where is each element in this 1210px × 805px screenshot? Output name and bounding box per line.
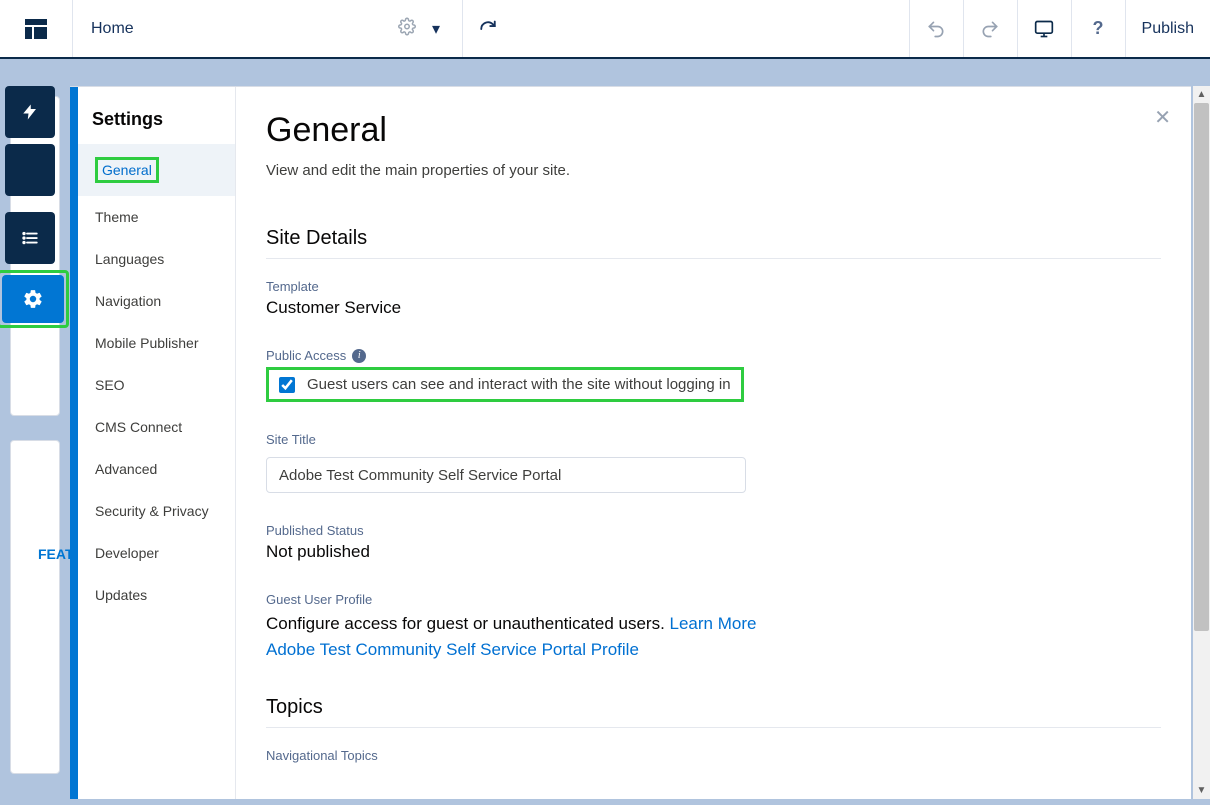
rail-settings-highlight: [0, 270, 69, 328]
top-right-actions: ? Publish: [909, 0, 1210, 57]
nav-topics-label: Navigational Topics: [266, 748, 1161, 763]
field-site-title: Site Title: [266, 432, 1161, 493]
field-guest-user-profile: Guest User Profile Configure access for …: [266, 592, 1161, 662]
page-name-dropdown[interactable]: Home ▾: [73, 0, 463, 57]
sidebar-item-updates[interactable]: Updates: [78, 574, 235, 616]
guest-profile-link[interactable]: Adobe Test Community Self Service Portal…: [266, 640, 639, 659]
sidebar-item-seo[interactable]: SEO: [78, 364, 235, 406]
page-title: General: [266, 111, 1161, 150]
gear-icon[interactable]: [398, 17, 416, 40]
site-title-label: Site Title: [266, 432, 1161, 447]
public-access-checkbox-row: Guest users can see and interact with th…: [266, 367, 744, 402]
background-tab-text: FEAT: [38, 546, 74, 562]
panel-accent-strip: [70, 87, 78, 799]
publish-button[interactable]: Publish: [1125, 0, 1210, 57]
info-icon[interactable]: i: [352, 349, 366, 363]
desktop-preview-button[interactable]: [1017, 0, 1071, 57]
settings-panel: Settings General Theme Languages Navigat…: [70, 86, 1191, 799]
sidebar-item-theme[interactable]: Theme: [78, 196, 235, 238]
layout-icon: [25, 19, 47, 39]
published-status-label: Published Status: [266, 523, 1161, 538]
bolt-icon: [21, 101, 39, 123]
sidebar-item-mobile-publisher[interactable]: Mobile Publisher: [78, 322, 235, 364]
public-access-label: Public Access i: [266, 348, 1161, 363]
undo-button[interactable]: [909, 0, 963, 57]
sidebar-item-cms-connect[interactable]: CMS Connect: [78, 406, 235, 448]
rail-components-button[interactable]: [5, 86, 55, 138]
rail-more-dots: [5, 199, 55, 209]
rail-theme-button[interactable]: [5, 144, 55, 196]
chevron-down-icon[interactable]: ▾: [432, 19, 440, 39]
scrollbar-track[interactable]: ▲ ▼: [1193, 86, 1210, 799]
scroll-down-arrow[interactable]: ▼: [1193, 782, 1210, 799]
section-site-details: Site Details: [266, 227, 1161, 259]
settings-content: ✕ General View and edit the main propert…: [236, 87, 1191, 799]
sidebar-item-general[interactable]: General: [78, 144, 235, 196]
list-icon: [20, 229, 40, 247]
builder-rail: [5, 86, 55, 328]
settings-sidebar: Settings General Theme Languages Navigat…: [78, 87, 236, 799]
field-published-status: Published Status Not published: [266, 523, 1161, 562]
section-topics: Topics: [266, 696, 1161, 728]
rail-page-structure-button[interactable]: [5, 212, 55, 264]
public-access-checkbox[interactable]: [279, 377, 295, 393]
sidebar-item-security-privacy[interactable]: Security & Privacy: [78, 490, 235, 532]
scrollbar-thumb[interactable]: [1194, 103, 1209, 631]
sidebar-item-languages[interactable]: Languages: [78, 238, 235, 280]
rail-settings-button[interactable]: [2, 275, 64, 323]
sidebar-item-advanced[interactable]: Advanced: [78, 448, 235, 490]
refresh-button[interactable]: [463, 0, 523, 57]
scroll-up-arrow[interactable]: ▲: [1193, 86, 1210, 103]
gear-icon: [22, 288, 44, 310]
top-bar: Home ▾ ? Publish: [0, 0, 1210, 59]
template-label: Template: [266, 279, 1161, 294]
field-template: Template Customer Service: [266, 279, 1161, 318]
learn-more-link[interactable]: Learn More: [670, 614, 757, 633]
page-subtitle: View and edit the main properties of you…: [266, 162, 1161, 179]
redo-button[interactable]: [963, 0, 1017, 57]
brush-icon: [20, 160, 40, 180]
sidebar-item-developer[interactable]: Developer: [78, 532, 235, 574]
sidebar-item-navigation[interactable]: Navigation: [78, 280, 235, 322]
page-name: Home: [91, 20, 134, 38]
template-value: Customer Service: [266, 298, 1161, 318]
help-button[interactable]: ?: [1071, 0, 1125, 57]
settings-heading: Settings: [78, 87, 235, 144]
site-title-input[interactable]: [266, 457, 746, 493]
public-access-checkbox-label: Guest users can see and interact with th…: [307, 376, 731, 393]
guest-profile-description: Configure access for guest or unauthenti…: [266, 611, 1161, 662]
field-public-access: Public Access i Guest users can see and …: [266, 348, 1161, 402]
app-logo[interactable]: [0, 0, 73, 57]
published-status-value: Not published: [266, 542, 1161, 562]
guest-profile-label: Guest User Profile: [266, 592, 1161, 607]
close-icon[interactable]: ✕: [1154, 105, 1171, 130]
